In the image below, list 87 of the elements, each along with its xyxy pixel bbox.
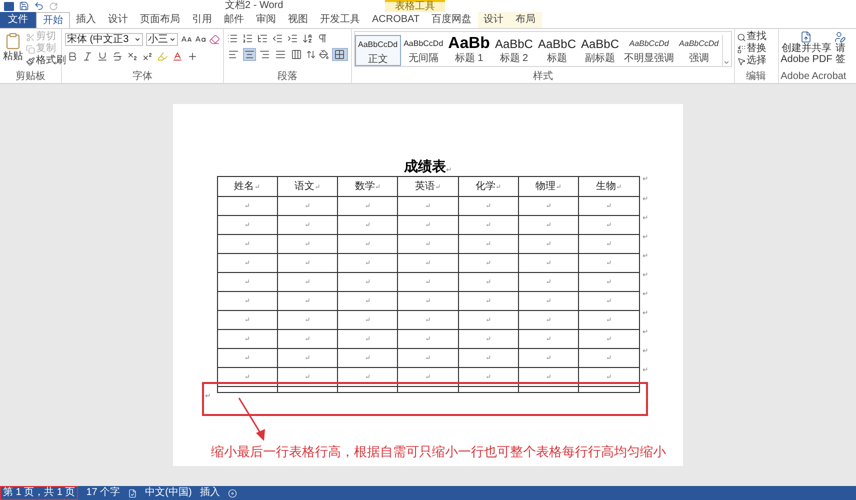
- group-label: 段落: [276, 71, 298, 83]
- numbering-icon[interactable]: [242, 33, 253, 44]
- ribbon-tab[interactable]: 视图: [282, 12, 314, 28]
- group-label: 剪贴板: [14, 71, 46, 83]
- align-button[interactable]: [258, 48, 272, 61]
- style-item[interactable]: AaBbCcDd 强调: [677, 35, 721, 66]
- ribbon-tab[interactable]: 开始: [36, 12, 70, 28]
- align-button[interactable]: [290, 48, 303, 61]
- group-label: Adobe Acrobat: [780, 71, 846, 83]
- clipboard-button[interactable]: 格式刷: [26, 55, 66, 67]
- scissors-icon: [26, 32, 35, 42]
- paintbrush-icon: [26, 56, 35, 66]
- proofing-icon[interactable]: [128, 488, 138, 498]
- file-tab[interactable]: 文件: [0, 12, 36, 28]
- document-title: 成绩表: [404, 158, 446, 176]
- underline-icon[interactable]: [97, 51, 108, 62]
- editing-button[interactable]: 替换: [736, 43, 776, 55]
- save-icon[interactable]: [19, 1, 29, 11]
- align-icon: [228, 49, 239, 60]
- user-pen-icon: [834, 31, 846, 43]
- word-count[interactable]: 17 个字: [86, 487, 120, 499]
- create-pdf-button[interactable]: 创建并共享 Adobe PDF: [780, 31, 832, 65]
- insert-mode[interactable]: 插入: [200, 487, 220, 499]
- clear-format-icon[interactable]: [209, 34, 220, 45]
- ribbon-tab[interactable]: 插入: [70, 12, 102, 28]
- strikethrough-icon[interactable]: [112, 51, 123, 62]
- ribbon-tab[interactable]: 审阅: [250, 12, 282, 28]
- language-status[interactable]: 中文(中国): [145, 487, 192, 499]
- italic-icon[interactable]: [82, 51, 93, 62]
- style-item[interactable]: AaBbCcDd 无间隔: [402, 35, 446, 66]
- style-item[interactable]: AaBbC 副标题: [579, 35, 622, 66]
- borders-button[interactable]: [332, 48, 348, 61]
- ribbon-tab[interactable]: 百度网盘: [426, 12, 478, 28]
- ribbon-tab[interactable]: ACROBAT: [366, 12, 426, 28]
- group-label: 字体: [132, 71, 154, 83]
- page-count[interactable]: 第 1 页，共 1 页: [0, 486, 78, 500]
- font-size-field[interactable]: 小三: [146, 33, 178, 46]
- multilevel-list-icon[interactable]: [257, 33, 268, 44]
- style-item[interactable]: AaBb 标题 1: [446, 35, 492, 66]
- macro-icon[interactable]: [228, 488, 237, 498]
- align-icon: [259, 49, 270, 60]
- align-button[interactable]: [227, 48, 240, 61]
- arrow: [237, 396, 267, 442]
- shading-icon[interactable]: [318, 49, 329, 60]
- show-marks-icon[interactable]: [317, 33, 328, 44]
- ribbon-tab[interactable]: 引用: [186, 12, 218, 28]
- editing-button[interactable]: 查找: [736, 31, 776, 43]
- ribbon-tab[interactable]: 开发工具: [314, 12, 366, 28]
- group-label: 样式: [532, 71, 554, 83]
- sort-icon[interactable]: [302, 33, 313, 44]
- paste-button[interactable]: 粘贴: [2, 31, 24, 71]
- ribbon-tab[interactable]: 页面布局: [134, 12, 186, 28]
- borders-icon: [334, 49, 346, 60]
- align-icon: [244, 49, 255, 60]
- decrease-indent-icon[interactable]: [272, 33, 283, 44]
- copy-icon: [26, 44, 35, 54]
- ribbon-tab[interactable]: 邮件: [218, 12, 250, 28]
- line-spacing-icon[interactable]: [306, 49, 316, 60]
- style-item[interactable]: AaBbCcDd 正文: [355, 35, 401, 66]
- clipboard-icon: [4, 31, 22, 51]
- annotation-text: 缩小最后一行表格行高，根据自需可只缩小一行也可整个表格每行行高均匀缩小: [211, 444, 666, 460]
- font-color-icon[interactable]: [172, 51, 183, 62]
- file-upload-icon: [800, 31, 812, 43]
- align-button[interactable]: [242, 48, 256, 61]
- subscript-icon[interactable]: [127, 51, 138, 62]
- search-icon: [736, 32, 746, 42]
- undo-icon[interactable]: [34, 1, 44, 11]
- ribbon-tab[interactable]: 设计: [102, 12, 134, 28]
- ribbon-tab[interactable]: 设计: [478, 12, 510, 28]
- request-signature-button[interactable]: 请 签: [834, 31, 846, 65]
- editing-button[interactable]: 选择: [736, 55, 776, 67]
- style-item[interactable]: AaBbCcDd 不明显强调: [622, 35, 676, 66]
- bold-icon[interactable]: [67, 51, 78, 62]
- font-name-field[interactable]: 宋体 (中文正3: [65, 33, 143, 46]
- superscript-icon[interactable]: [142, 51, 153, 62]
- ribbon-tab[interactable]: 布局: [510, 12, 542, 28]
- style-item[interactable]: AaBbC 标题: [536, 35, 578, 66]
- style-item[interactable]: AaBbC 标题 2: [492, 35, 535, 66]
- group-label: 编辑: [745, 71, 768, 83]
- pointer-icon: [736, 56, 746, 66]
- align-icon: [290, 49, 302, 60]
- gallery-scrollbar[interactable]: [722, 35, 731, 66]
- align-icon: [275, 49, 286, 60]
- context-tab-group-label: 表格工具: [385, 0, 445, 12]
- align-button[interactable]: [274, 48, 287, 61]
- enclose-character-icon[interactable]: [187, 51, 198, 62]
- increase-indent-icon[interactable]: [287, 33, 298, 44]
